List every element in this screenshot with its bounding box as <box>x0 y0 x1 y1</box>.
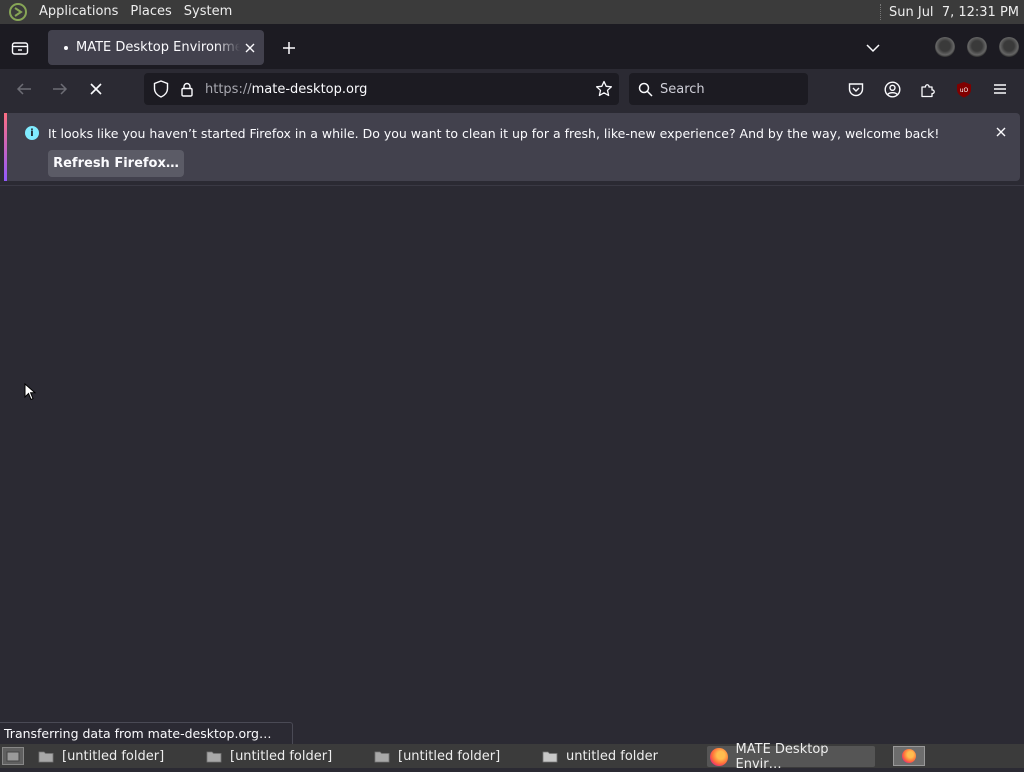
refresh-firefox-notification: i It looks like you haven’t started Fire… <box>4 113 1020 181</box>
folder-icon <box>542 751 558 763</box>
tab-strip: MATE Desktop Environment <box>0 24 1024 69</box>
url-scheme: https:// <box>205 81 252 97</box>
minimize-window-button[interactable] <box>935 37 955 57</box>
close-window-button[interactable] <box>999 37 1019 57</box>
bottom-taskbar: [untitled folder] [untitled folder] [unt… <box>0 742 1024 772</box>
mouse-cursor-icon <box>24 383 36 401</box>
url-text[interactable]: https://mate-desktop.org <box>205 82 367 97</box>
lock-icon <box>181 82 193 97</box>
firefox-view-icon <box>11 42 29 55</box>
page-content[interactable] <box>0 186 1024 744</box>
ublock-origin-icon: uO <box>957 81 971 97</box>
search-placeholder: Search <box>660 81 705 97</box>
taskbar-item-label: untitled folder <box>566 749 659 764</box>
close-icon <box>996 127 1006 137</box>
taskbar-item-label: [untitled folder] <box>62 749 165 764</box>
places-menu[interactable]: Places <box>124 0 177 24</box>
taskbar-item-label: MATE Desktop Envir… <box>735 741 829 772</box>
search-bar[interactable]: Search <box>629 73 808 105</box>
stop-icon <box>90 83 102 95</box>
pocket-button[interactable] <box>845 78 867 100</box>
forward-button[interactable] <box>48 77 72 101</box>
taskbar-item-folder-1[interactable]: [untitled folder] <box>38 746 198 767</box>
taskbar-item-folder-2[interactable]: [untitled folder] <box>206 746 366 767</box>
taskbar-item-label: [untitled folder] <box>230 749 333 764</box>
folder-icon <box>206 751 222 763</box>
firefox-icon <box>902 749 916 763</box>
account-icon <box>883 80 901 98</box>
arrow-left-icon <box>16 83 31 95</box>
tracking-protection-button[interactable] <box>152 80 170 98</box>
arrow-right-icon <box>53 83 68 95</box>
taskbar-item-folder-4[interactable]: untitled folder <box>542 746 702 767</box>
close-icon <box>245 43 255 52</box>
new-tab-button[interactable] <box>278 37 300 59</box>
maximize-window-button[interactable] <box>967 37 987 57</box>
panel-separator <box>880 4 881 20</box>
tab-mate-desktop[interactable]: MATE Desktop Environment <box>48 30 264 65</box>
star-icon <box>595 80 613 97</box>
svg-text:uO: uO <box>960 87 969 94</box>
refresh-firefox-button[interactable]: Refresh Firefox… <box>48 150 184 177</box>
shield-icon <box>153 80 169 98</box>
list-all-tabs-button[interactable] <box>862 37 884 59</box>
back-button[interactable] <box>12 77 36 101</box>
system-menu[interactable]: System <box>178 0 238 24</box>
top-panel: Applications Places System Sun Jul 7, 12… <box>0 0 1024 24</box>
url-host: mate-desktop.org <box>251 81 368 97</box>
nav-bar: https://mate-desktop.org Search uO <box>0 69 1024 109</box>
stop-button[interactable] <box>84 77 108 101</box>
extensions-button[interactable] <box>917 78 939 100</box>
taskbar-item-firefox[interactable]: MATE Desktop Envir… <box>707 742 875 772</box>
notification-close-button[interactable] <box>994 125 1008 139</box>
bookmark-button[interactable] <box>595 80 613 98</box>
folder-icon <box>374 751 390 763</box>
hamburger-menu-icon <box>994 84 1006 94</box>
site-info-button[interactable] <box>179 81 195 97</box>
account-button[interactable] <box>881 78 903 100</box>
clock[interactable]: Sun Jul 7, 12:31 PM <box>889 5 1024 20</box>
plus-icon <box>283 42 295 54</box>
status-panel: Transferring data from mate-desktop.org… <box>0 722 293 744</box>
mate-logo-icon[interactable] <box>8 2 28 22</box>
puzzle-icon <box>920 83 935 97</box>
workspace-switcher[interactable] <box>893 746 925 766</box>
chevron-down-icon <box>866 44 880 53</box>
firefox-view-button[interactable] <box>6 36 34 60</box>
app-menu-button[interactable] <box>989 78 1011 100</box>
notification-message: It looks like you haven’t started Firefo… <box>48 126 940 141</box>
info-icon: i <box>25 126 39 140</box>
search-icon <box>638 81 654 97</box>
taskbar-item-folder-3[interactable]: [untitled folder] <box>374 746 534 767</box>
show-desktop-button[interactable] <box>2 747 24 765</box>
loading-icon <box>64 45 68 50</box>
url-bar[interactable]: https://mate-desktop.org <box>144 73 619 105</box>
tab-title: MATE Desktop Environment <box>76 40 240 55</box>
pocket-icon <box>848 82 864 96</box>
ublock-origin-button[interactable]: uO <box>953 78 975 100</box>
tab-close-button[interactable] <box>242 40 258 56</box>
folder-icon <box>38 751 54 763</box>
applications-menu[interactable]: Applications <box>33 0 124 24</box>
show-desktop-icon <box>6 751 20 761</box>
firefox-icon <box>710 747 728 766</box>
taskbar-item-label: [untitled folder] <box>398 749 501 764</box>
